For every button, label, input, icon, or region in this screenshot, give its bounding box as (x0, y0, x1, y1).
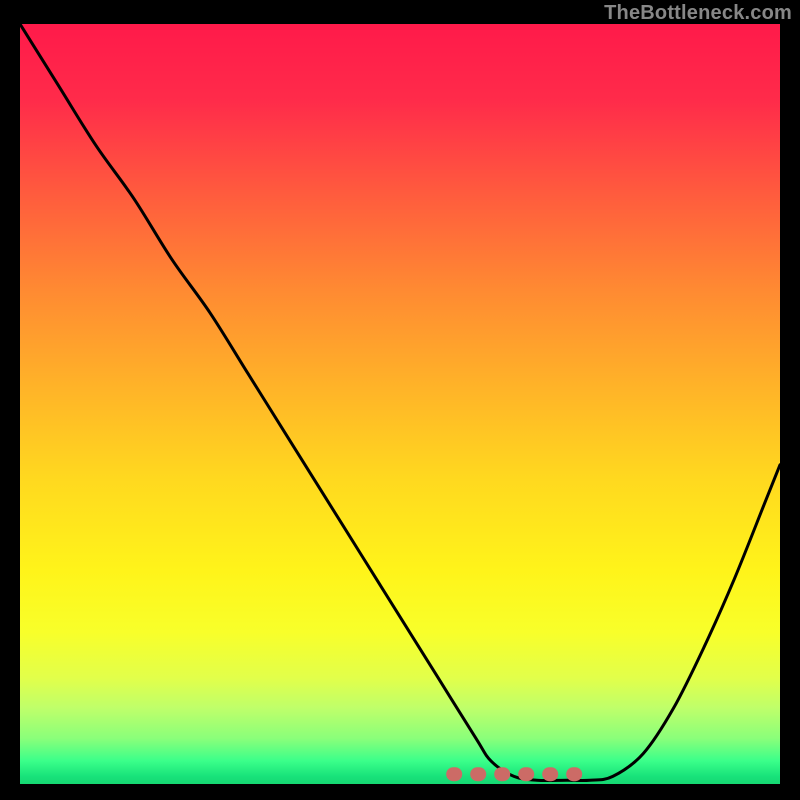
bottleneck-curve-line (20, 24, 780, 780)
chart-container: TheBottleneck.com (0, 0, 800, 800)
watermark-text: TheBottleneck.com (604, 2, 792, 25)
plot-area (20, 24, 780, 784)
bottleneck-chart-svg (20, 24, 780, 784)
